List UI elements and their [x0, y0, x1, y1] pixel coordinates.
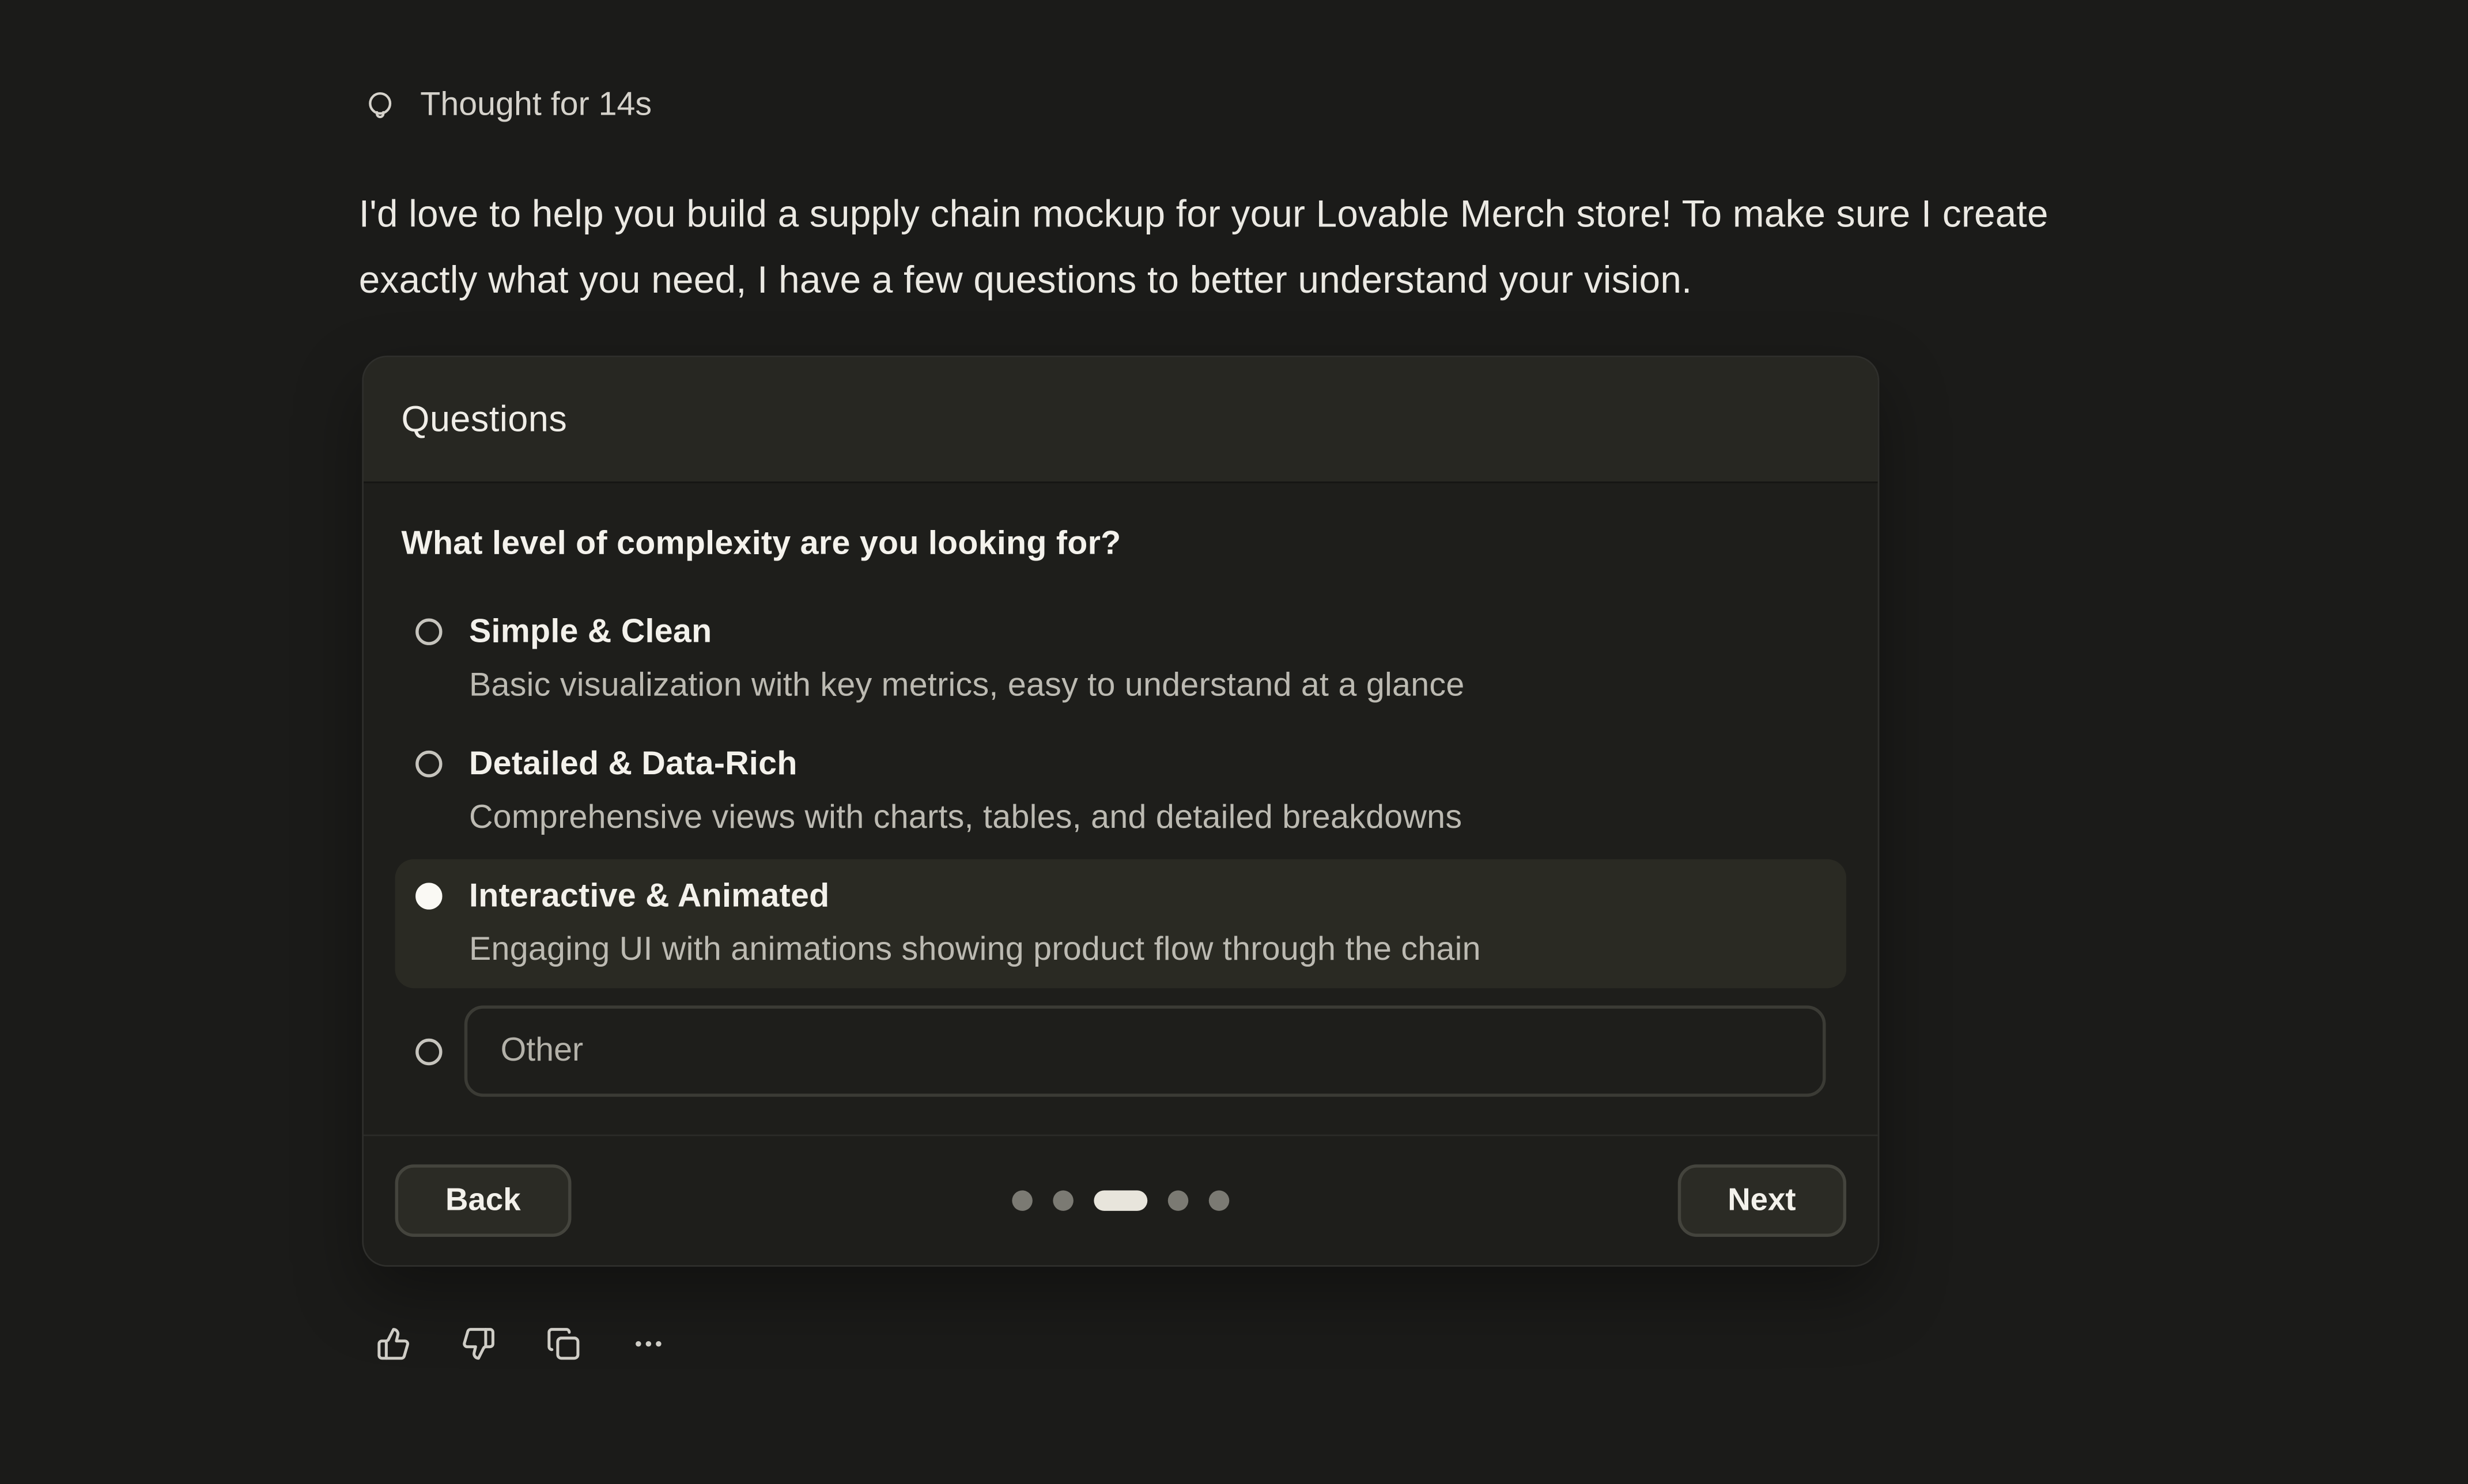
pagination-dot	[1053, 1190, 1074, 1211]
thought-label: Thought for 14s	[420, 86, 652, 124]
option-texts: Simple & Clean Basic visualization with …	[469, 606, 1465, 713]
option-detailed-data-rich[interactable]: Detailed & Data-Rich Comprehensive views…	[395, 727, 1846, 856]
pagination-dot	[1012, 1190, 1033, 1211]
thumbs-up-button[interactable]	[366, 1316, 420, 1372]
questions-card-footer: Back Next	[364, 1134, 1878, 1265]
option-texts: Detailed & Data-Rich Comprehensive views…	[469, 738, 1462, 845]
thumbs-up-icon	[376, 1327, 411, 1361]
pagination-dot	[1168, 1190, 1189, 1211]
more-options-button[interactable]	[622, 1316, 675, 1372]
pagination-dots	[1012, 1190, 1229, 1211]
message-actions	[366, 1316, 675, 1372]
lightbulb-icon	[364, 88, 396, 124]
back-button[interactable]: Back	[395, 1164, 571, 1237]
radio-button[interactable]	[415, 1038, 442, 1064]
chat-page: Thought for 14s I'd love to help you bui…	[0, 0, 2468, 1484]
copy-button[interactable]	[536, 1316, 590, 1372]
questions-card-body: What level of complexity are you looking…	[364, 483, 1878, 1135]
next-button[interactable]: Next	[1677, 1164, 1846, 1237]
thought-toggle[interactable]: Thought for 14s	[364, 86, 652, 124]
pagination-dot	[1209, 1190, 1230, 1211]
option-simple-clean[interactable]: Simple & Clean Basic visualization with …	[395, 595, 1846, 724]
option-description: Engaging UI with animations showing prod…	[469, 923, 1481, 977]
pagination-dot	[1094, 1190, 1147, 1211]
option-texts: Interactive & Animated Engaging UI with …	[469, 870, 1481, 978]
option-interactive-animated[interactable]: Interactive & Animated Engaging UI with …	[395, 859, 1846, 988]
other-input[interactable]	[464, 1005, 1826, 1096]
thumbs-down-icon	[461, 1327, 496, 1361]
copy-icon	[546, 1327, 581, 1361]
questions-card: Questions What level of complexity are y…	[362, 355, 1879, 1267]
radio-button[interactable]	[415, 751, 442, 777]
radio-button[interactable]	[415, 618, 442, 645]
option-description: Basic visualization with key metrics, ea…	[469, 659, 1465, 713]
ellipsis-icon	[631, 1327, 666, 1361]
assistant-message: I'd love to help you build a supply chai…	[359, 183, 2130, 315]
option-other[interactable]	[395, 1005, 1846, 1096]
option-label: Simple & Clean	[469, 606, 1465, 660]
questions-card-header: Questions	[364, 357, 1878, 483]
card-title: Questions	[402, 398, 568, 441]
radio-button-checked[interactable]	[415, 883, 442, 909]
option-label: Interactive & Animated	[469, 870, 1481, 924]
option-description: Comprehensive views with charts, tables,…	[469, 792, 1462, 845]
question-text: What level of complexity are you looking…	[402, 525, 1847, 562]
option-label: Detailed & Data-Rich	[469, 738, 1462, 792]
thumbs-down-button[interactable]	[452, 1316, 505, 1372]
